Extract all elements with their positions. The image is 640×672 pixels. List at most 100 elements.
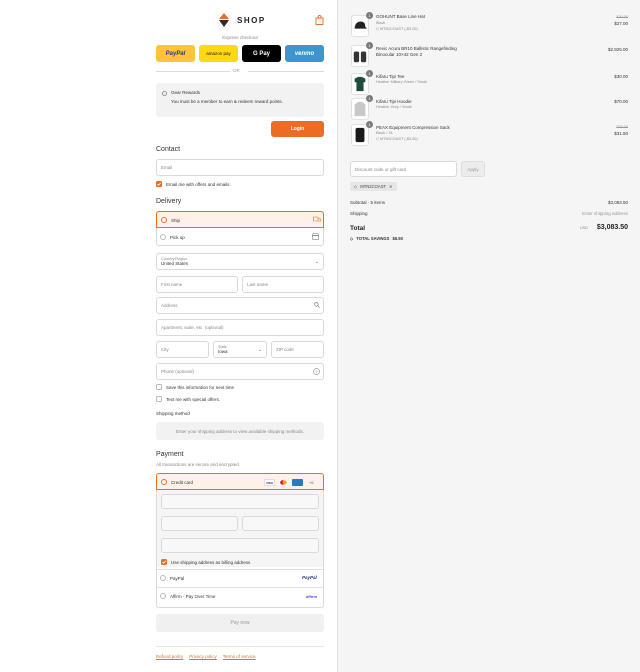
subtotal-value: $3,083.50 [607,200,628,205]
binocular-icon [353,51,367,63]
credit-card-radio[interactable] [161,479,167,485]
privacy-policy-link[interactable]: Privacy policy [189,654,217,659]
info-icon [162,91,167,96]
or-divider-label: OR [233,68,240,73]
country-value: United States [161,261,189,266]
product-price: $70.00 [614,99,628,104]
paypal-express-button[interactable]: PayPal [156,45,195,62]
state-select[interactable]: State Iowa ⌄ [213,341,267,358]
shipping-label: Shipping [350,211,368,216]
original-price: $35.00 [616,125,628,129]
city-field[interactable]: City [156,341,209,358]
amazon-pay-button[interactable]: amazon pay [199,45,238,62]
product-thumbnail [351,73,369,95]
product-variant: Black / XL [376,131,394,135]
affirm-logo-icon: affirm [306,594,318,599]
visa-icon: VISA [264,479,275,486]
save-info-checkbox[interactable] [156,384,162,390]
mastercard-icon [278,479,289,486]
google-pay-button[interactable]: G Pay [242,45,281,62]
checkout-form-column: SHOP Express checkout PayPal amazon pay … [0,0,337,672]
express-checkout-label: Express checkout [222,35,258,40]
zip-field[interactable]: ZIP code [271,341,324,358]
product-price: $27.00 [614,21,628,26]
divider [156,587,324,588]
shopping-bag-icon[interactable] [315,15,324,25]
gear-rewards-panel: Gear Rewards You must be a member to ear… [156,83,324,117]
paypal-radio[interactable] [160,575,166,581]
pickup-radio[interactable] [160,234,166,240]
last-name-field[interactable]: Last name [242,276,324,293]
email-offers-label: Email me with offers and emails. [166,182,231,187]
country-select[interactable]: Country/Region United States ⌄ [156,253,324,270]
name-on-card-field[interactable] [161,538,319,553]
first-name-field[interactable]: First name [156,276,238,293]
delivery-heading: Delivery [156,198,182,205]
security-code-field[interactable] [242,516,319,531]
paypal-label[interactable]: PayPal [170,576,184,581]
product-variant: Heather Grey / Small [376,105,412,109]
product-discount: ◇ MTN2COAST (-$3.50) [376,137,418,141]
text-offers-checkbox[interactable] [156,396,162,402]
venmo-button[interactable]: venmo [285,45,324,62]
credit-card-option[interactable]: Credit card VISA +6 [156,473,324,490]
discount-tag: ◇ MTN2COAST ✕ [350,182,397,191]
billing-same-label: Use shipping address as billing address [171,560,251,565]
divider [156,646,324,647]
email-field[interactable]: Email [156,159,324,176]
checkmark-icon [162,560,167,564]
pay-now-button[interactable]: Pay now [156,614,324,632]
apartment-field[interactable]: Apartment, suite, etc. (optional) [156,319,324,336]
discount-code: MTN2COAST (-$3.00) [379,27,418,31]
brand-name[interactable]: SHOP [237,16,266,25]
shipping-method-heading: Shipping method [156,411,190,416]
original-price: $30.00 [616,15,628,19]
quantity-badge: 1 [366,42,373,49]
total-savings: ◇ TOTAL SAVINGS $6.50 [350,236,403,241]
payment-heading: Payment [156,451,184,458]
tee-icon [354,76,366,92]
product-name: GOHUNT Base Line Hat [376,14,425,19]
total-value: $3,083.50 [596,224,628,231]
save-info-label: Save this information for next time [166,385,235,390]
remove-code-icon[interactable]: ✕ [389,184,393,189]
svg-text:?: ? [315,369,318,374]
product-price: $30.00 [614,74,628,79]
apply-button[interactable]: Apply [461,161,485,177]
email-offers-checkbox[interactable] [156,181,162,187]
contact-heading: Contact [156,146,181,153]
ship-label: Ship [171,218,181,223]
pickup-label[interactable]: Pick up [170,235,185,240]
quantity-badge: 1 [366,70,373,77]
more-cards-label: +6 [309,480,314,485]
shop-logo-icon [219,13,229,27]
terms-of-service-link[interactable]: Terms of service [223,654,256,659]
product-discount: ◇ MTN2COAST (-$3.00) [376,27,418,31]
discount-code-input[interactable]: Discount code or gift card [350,161,457,177]
tag-icon: ◇ [350,236,354,241]
ship-radio[interactable] [161,217,167,223]
billing-same-checkbox[interactable] [161,559,167,565]
ship-option[interactable]: Ship [156,211,324,228]
product-thumbnail [351,15,369,37]
hat-icon [354,21,368,29]
expiration-field[interactable] [161,516,238,531]
affirm-label[interactable]: Affirm - Pay Over Time [170,594,215,599]
refund-policy-link[interactable]: Refund policy [156,654,183,659]
product-thumbnail [351,124,369,146]
help-icon[interactable]: ? [313,368,320,375]
payment-subtitle: All transactions are secure and encrypte… [156,462,241,467]
phone-field[interactable]: Phone (optional) [156,363,324,380]
savings-label: TOTAL SAVINGS [356,236,390,241]
shipping-method-message: Enter your shipping address to view avai… [156,422,324,440]
discount-code: MTN2COAST (-$3.50) [379,137,418,141]
login-button[interactable]: Login [271,121,324,137]
address-field[interactable]: Address [156,297,324,314]
quantity-badge: 1 [366,95,373,102]
affirm-radio[interactable] [160,593,166,599]
chevron-down-icon: ⌄ [257,347,262,353]
card-number-field[interactable] [161,494,319,509]
text-offers-label: Text me with special offers. [166,397,220,402]
hoodie-icon [354,101,366,117]
shipping-value: Enter shipping address [581,211,628,216]
